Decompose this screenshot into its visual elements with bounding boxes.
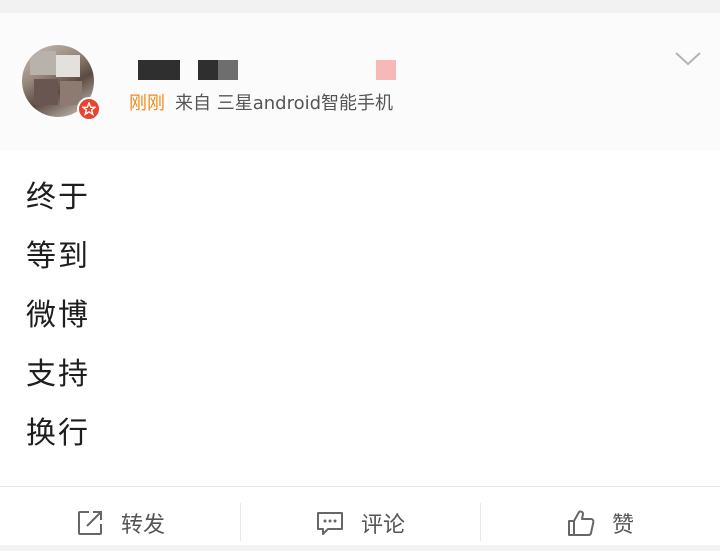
repost-label: 转发 [120,512,165,538]
post-meta: 刚刚 来自 三星android智能手机 [129,91,393,117]
comment-label: 评论 [360,512,405,538]
chevron-down-icon[interactable] [674,51,702,67]
weibo-post-screen: 刚刚 来自 三星android智能手机 终于 等到 微博 支持 换行 转发 评论… [0,0,720,551]
post-content: 终于 等到 微博 支持 换行 [26,168,90,463]
content-line: 微博 [26,298,90,333]
content-line: 等到 [26,239,90,274]
like-label: 赞 [611,512,634,538]
comment-icon [315,508,345,538]
content-line: 终于 [26,180,90,215]
content-line: 换行 [26,416,90,451]
content-line: 支持 [26,357,90,392]
bottom-strip [0,545,720,551]
verified-badge-icon [77,97,101,121]
avatar[interactable] [22,45,101,123]
action-bar: 转发 评论 赞 [0,487,720,551]
post-source: 来自 三星android智能手机 [175,93,394,114]
post-card: 刚刚 来自 三星android智能手机 终于 等到 微博 支持 换行 转发 评论… [0,13,720,551]
thumbs-up-icon [566,508,596,538]
post-header: 刚刚 来自 三星android智能手机 [0,13,720,151]
like-button[interactable]: 赞 [480,487,720,551]
post-time: 刚刚 [129,93,165,114]
repost-icon [75,508,105,538]
repost-button[interactable]: 转发 [0,487,240,551]
comment-button[interactable]: 评论 [240,487,480,551]
